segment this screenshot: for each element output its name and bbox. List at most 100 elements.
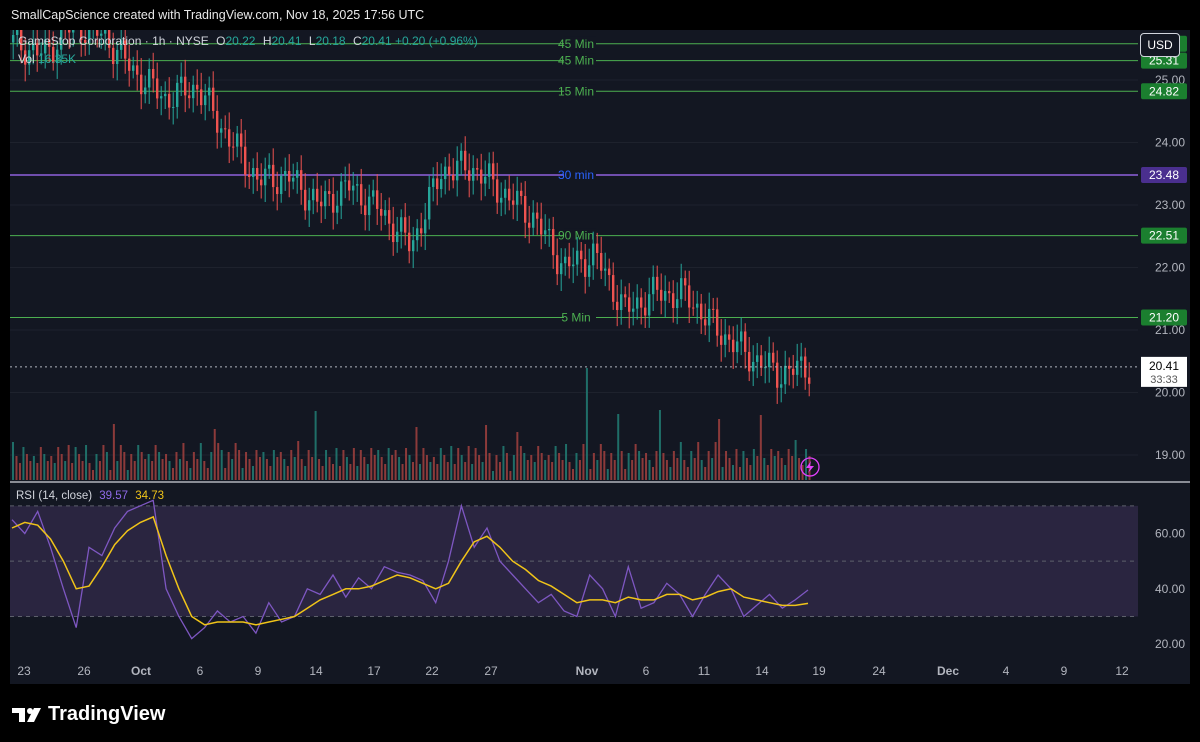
candle-body	[644, 307, 647, 316]
candle-body	[524, 196, 527, 223]
candle-body	[280, 175, 283, 195]
volume-bar	[105, 452, 108, 480]
volume-bar	[460, 455, 463, 480]
volume-bar	[578, 460, 581, 480]
candle-body	[388, 210, 391, 224]
volume-bar	[32, 456, 35, 480]
volume-bar	[718, 419, 721, 480]
candle-body	[172, 106, 175, 108]
x-tick-label: 6	[197, 664, 204, 678]
volume-bar	[505, 453, 508, 480]
tradingview-logo[interactable]: TradingView	[12, 703, 165, 726]
currency-button[interactable]: USD	[1140, 33, 1180, 57]
candle-body	[300, 170, 303, 190]
volume-bar	[443, 455, 446, 480]
candle-body	[352, 185, 355, 191]
last-price-label: 20.41	[1149, 359, 1179, 373]
volume-bar	[777, 451, 780, 480]
volume-bar	[373, 455, 376, 480]
volume-bar	[335, 448, 338, 480]
volume-bar	[269, 466, 272, 480]
rsi-legend: RSI (14, close) 39.57 34.73	[16, 490, 164, 502]
volume-bar	[241, 468, 244, 480]
volume-bar	[172, 468, 174, 480]
volume-bar	[412, 462, 414, 480]
volume-bar	[683, 460, 686, 480]
candle-body	[328, 191, 331, 195]
volume-bar	[262, 452, 265, 480]
candle-body	[68, 30, 71, 33]
volume-bar	[453, 464, 456, 480]
level-price-label: 21.20	[1149, 311, 1179, 325]
candle-body	[688, 285, 691, 308]
volume-bar	[450, 446, 453, 480]
volume-bar	[328, 457, 331, 480]
candle-body	[140, 74, 143, 95]
price-chart[interactable]: 19.0020.0021.0022.0023.0024.0025.0045 Mi…	[10, 30, 1190, 684]
volume-bar	[547, 455, 550, 480]
volume-bar	[759, 415, 762, 480]
candle-body	[184, 76, 187, 96]
volume-bar	[582, 444, 585, 480]
candle-body	[752, 361, 755, 372]
volume-bar	[279, 452, 282, 480]
candle-body	[512, 200, 515, 205]
volume-bar	[29, 461, 32, 480]
volume-bar	[669, 467, 672, 480]
volume-bar	[398, 457, 401, 480]
rsi-title: RSI (14, close)	[16, 490, 93, 502]
created-with-banner: SmallCapScience created with TradingView…	[0, 0, 1200, 30]
chart-frame[interactable]: 19.00 20.00 21.00 22.00 23.00 24.00 25.00 45 Mi…	[10, 30, 1190, 684]
candle-body	[596, 243, 599, 253]
candle-body	[480, 169, 483, 184]
volume-bar	[391, 455, 394, 480]
candle-body	[348, 180, 351, 191]
x-tick-label: 22	[425, 664, 439, 678]
volume-bar	[60, 454, 63, 480]
volume-bar	[474, 448, 477, 480]
candle-body	[408, 232, 411, 252]
volume-bar	[561, 460, 564, 480]
price-tick-label: 23.00	[1155, 198, 1185, 212]
volume-bar	[606, 469, 609, 480]
candle-body	[284, 170, 287, 176]
volume-bar	[467, 446, 470, 480]
ohlc-legend: GameStop Corporation · 1h · NYSE O20.22 …	[18, 34, 478, 48]
volume-bar	[342, 450, 345, 480]
candle-body	[440, 179, 443, 190]
volume-bar	[12, 442, 14, 480]
created-with-text: SmallCapScience created with TradingView…	[11, 8, 425, 22]
volume-bar	[345, 457, 348, 480]
candle-body	[464, 150, 467, 171]
candle-body	[360, 184, 363, 206]
candle-body	[732, 339, 735, 353]
x-tick-label: 12	[1115, 664, 1129, 678]
volume-bar	[137, 445, 140, 480]
candle-body	[444, 166, 447, 180]
candle-body	[136, 65, 139, 75]
candle-body	[780, 384, 783, 388]
candle-body	[308, 200, 311, 211]
volume-bar	[488, 453, 491, 480]
candle-body	[344, 180, 347, 182]
volume-bar	[147, 454, 150, 480]
candle-body	[236, 133, 239, 147]
volume-bar	[53, 463, 56, 480]
volume-bar	[554, 446, 557, 480]
volume-bar	[161, 459, 164, 480]
volume-bar	[36, 463, 39, 480]
volume-bar	[165, 454, 168, 480]
volume-bar	[227, 452, 230, 480]
candle-body	[112, 47, 115, 64]
candle-body	[424, 219, 427, 234]
volume-bar	[766, 465, 769, 480]
volume-bar	[415, 427, 418, 480]
volume-bar	[763, 458, 766, 480]
candle-body	[292, 177, 295, 182]
candle-body	[272, 164, 275, 188]
candle-body	[612, 275, 615, 302]
volume-bar	[57, 447, 60, 480]
volume-bar	[290, 450, 293, 480]
volume-bar	[481, 462, 484, 480]
candle-body	[436, 178, 439, 190]
